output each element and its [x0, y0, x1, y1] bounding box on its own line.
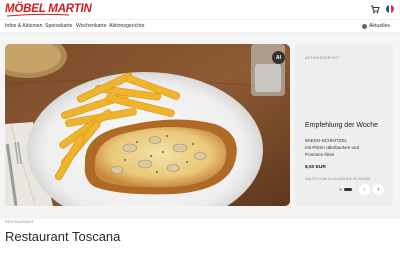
promo-title: Empfehlung der Woche	[305, 122, 379, 129]
restaurant-title: Restaurant Toscana	[5, 229, 121, 244]
chevron-right-icon: ›	[377, 186, 380, 193]
logo[interactable]: MÖBEL MARTIN	[5, 2, 92, 17]
ai-badge: AI	[272, 51, 285, 64]
chevron-left-icon: ‹	[363, 186, 366, 193]
carousel-next-button[interactable]: ›	[373, 184, 384, 195]
carousel-dots	[339, 188, 352, 191]
info-icon	[361, 23, 367, 29]
carousel-prev-button[interactable]: ‹	[359, 184, 370, 195]
nav-item-speisekarte[interactable]: Speisekarte	[45, 23, 72, 29]
language-flag-icon[interactable]	[386, 5, 394, 13]
cart-icon[interactable]	[370, 4, 380, 14]
carousel-dot[interactable]	[339, 188, 342, 191]
promo-description-line1: mit Pilzen überbacken und	[305, 145, 360, 150]
carousel-dot-active[interactable]	[344, 188, 352, 191]
promo-dish: WIESN-SCHNITZEL	[305, 138, 348, 143]
promo-price: 8,50 EUR	[305, 165, 326, 170]
nav-item-infos[interactable]: Infos & Aktionen	[5, 23, 43, 29]
promo-card: AKTIONSGERICHT Empfehlung der Woche WIES…	[295, 44, 393, 206]
promo-label: AKTIONSGERICHT	[305, 56, 340, 60]
hero-image	[5, 44, 290, 206]
promo-description-line2: Pommes frites	[305, 152, 335, 157]
nav-item-wochenkarte[interactable]: Wochenkarte	[76, 23, 106, 29]
promo-validity: GÜLTIG VOM 21.09.2026 BIS 30.09.2026	[305, 177, 371, 181]
main-nav: Infos & Aktionen Speisekarte Wochenkarte…	[0, 19, 400, 33]
logo-swoosh-icon	[6, 13, 70, 17]
restaurant-section-label: RESTAURANT	[5, 219, 34, 224]
news-label: Aktuelles	[368, 23, 390, 29]
nav-item-aktionsgerichte[interactable]: Aktionsgerichte	[109, 23, 144, 29]
news-link[interactable]: Aktuelles	[361, 23, 390, 29]
top-bar: MÖBEL MARTIN	[0, 0, 400, 19]
